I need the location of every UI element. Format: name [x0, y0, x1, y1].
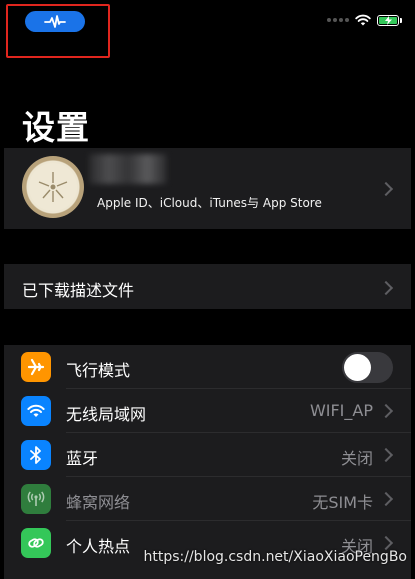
wifi-icon	[355, 14, 371, 26]
chevron-right-icon	[378, 535, 394, 551]
bluetooth-row[interactable]: 蓝牙 关闭	[4, 433, 411, 477]
apple-id-subtitle: Apple ID、iCloud、iTunes与 App Store	[97, 196, 322, 210]
bluetooth-icon	[21, 440, 51, 470]
airplane-mode-label: 飞行模式	[66, 361, 131, 380]
profile-name-redacted	[89, 154, 167, 184]
airplane-mode-toggle[interactable]	[342, 352, 393, 383]
cellular-antenna-icon	[21, 484, 51, 514]
connectivity-settings-group: 飞行模式 无线局域网 WIFI_AP 蓝牙 关闭 蜂窝网络 无SIM卡 个人热点…	[4, 345, 411, 579]
activity-pill[interactable]	[25, 11, 85, 32]
chevron-right-icon	[378, 181, 394, 197]
pulse-waveform-icon	[44, 14, 66, 28]
chevron-right-icon	[378, 447, 394, 463]
battery-charging-icon	[377, 14, 402, 26]
chevron-right-icon	[378, 280, 394, 296]
cellular-label: 蜂窝网络	[66, 493, 131, 512]
bluetooth-value: 关闭	[340, 449, 373, 468]
status-bar	[0, 0, 415, 58]
wifi-icon	[21, 396, 51, 426]
settings-screen: 设置 Apple ID、iCloud、iTunes与 App Store 已下载…	[0, 0, 415, 579]
airplane-icon	[21, 352, 51, 382]
airplane-mode-row[interactable]: 飞行模式	[4, 345, 411, 389]
hotspot-chain-icon	[21, 528, 51, 558]
wifi-value: WIFI_AP	[309, 401, 373, 420]
bluetooth-label: 蓝牙	[66, 449, 99, 468]
avatar	[22, 156, 84, 218]
watermark-url: https://blog.csdn.net/XiaoXiaoPengBo	[143, 549, 408, 565]
signal-dots-icon	[327, 18, 349, 22]
wifi-label: 无线局域网	[66, 405, 147, 424]
cellular-row[interactable]: 蜂窝网络 无SIM卡	[4, 477, 411, 521]
personal-hotspot-label: 个人热点	[66, 537, 131, 556]
downloaded-profile-row[interactable]: 已下载描述文件	[4, 264, 411, 309]
chevron-right-icon	[378, 491, 394, 507]
cellular-value: 无SIM卡	[312, 493, 373, 512]
wifi-row[interactable]: 无线局域网 WIFI_AP	[4, 389, 411, 433]
downloaded-profile-label: 已下载描述文件	[22, 281, 135, 300]
toggle-knob	[344, 354, 371, 381]
chevron-right-icon	[378, 403, 394, 419]
status-right	[327, 14, 402, 26]
page-title: 设置	[22, 108, 90, 147]
apple-id-row[interactable]: Apple ID、iCloud、iTunes与 App Store	[4, 148, 411, 229]
